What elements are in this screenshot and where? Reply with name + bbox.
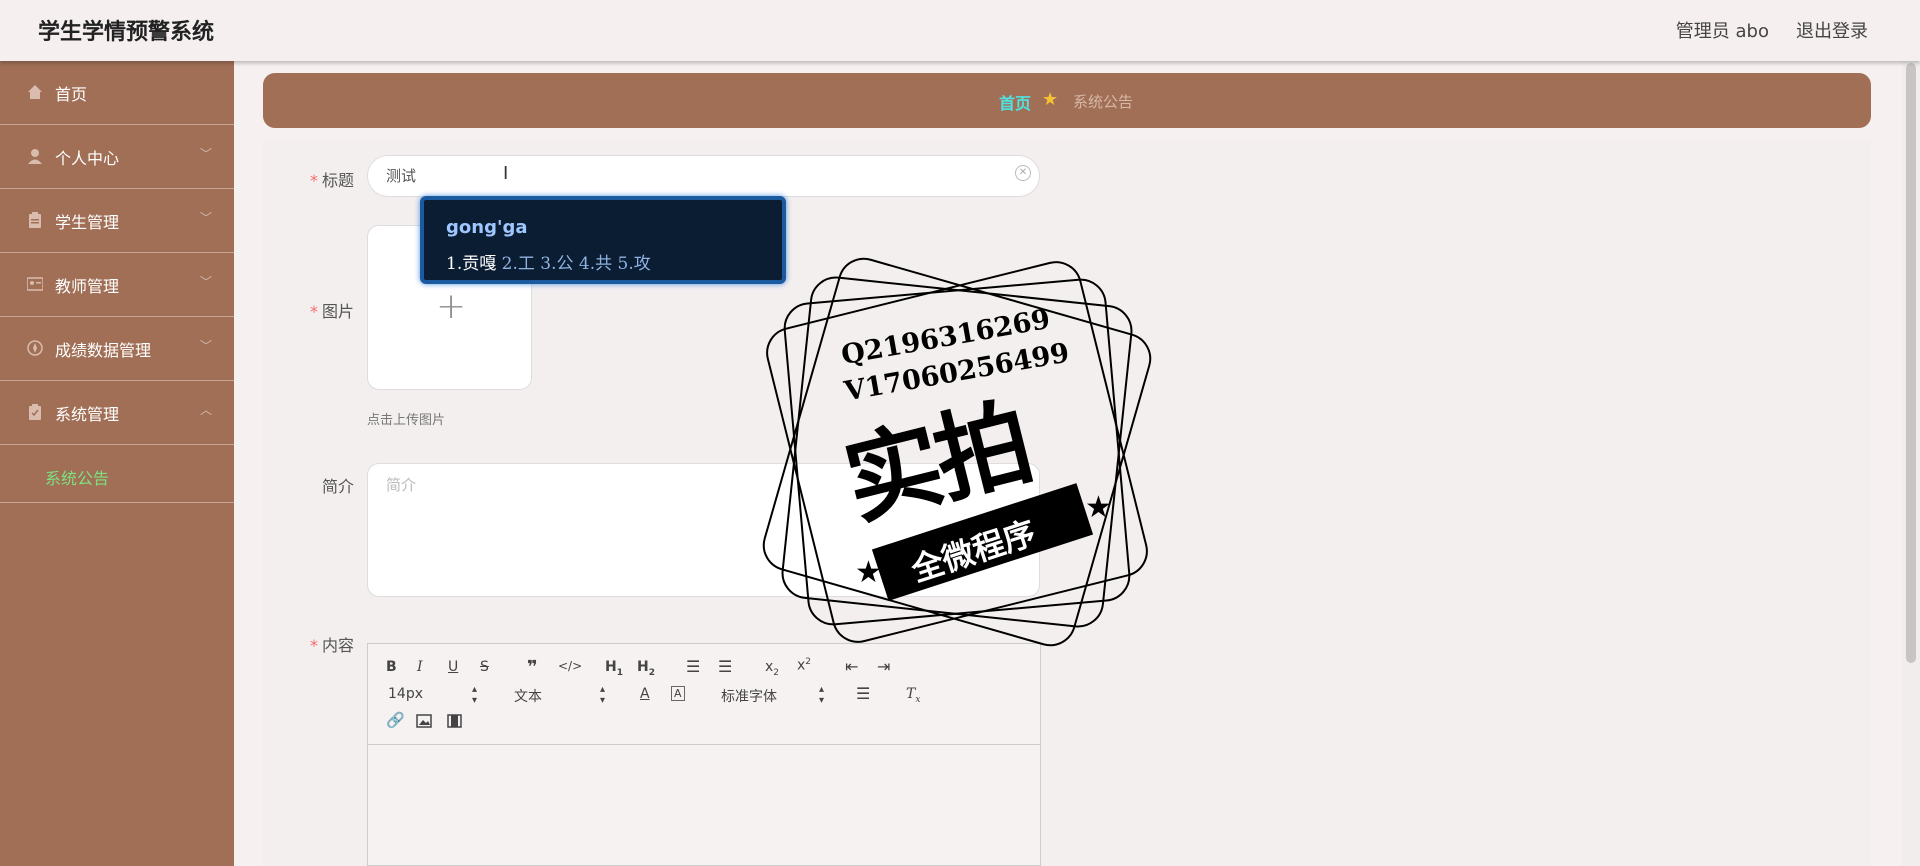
font-family-select[interactable]: 标准字体 ▴ ▾ xyxy=(721,684,825,706)
chevron-up-icon: ︿ xyxy=(199,403,212,417)
watermark-stamp: Q2196316269 V17060256499 实拍 全微程序 ★ ★ xyxy=(755,250,1165,660)
sidebar-item-teacher-management[interactable]: 教师管理 ﹀ xyxy=(0,253,234,317)
ordered-list-icon[interactable]: ☰ xyxy=(686,657,700,676)
intro-label: 简介 xyxy=(322,477,355,496)
header1-icon[interactable]: H1 xyxy=(605,659,623,678)
link-icon[interactable]: 🔗 xyxy=(386,711,405,729)
plus-icon: + xyxy=(436,286,467,327)
sidebar-subitem-label: 系统公告 xyxy=(45,469,110,488)
breadcrumb-current: 系统公告 xyxy=(1073,93,1134,111)
font-size-select[interactable]: 14px ▴ ▾ xyxy=(388,684,478,706)
star-icon: ★ xyxy=(1085,490,1112,525)
italic-icon[interactable]: I xyxy=(417,659,423,675)
title-input[interactable]: 测试 xyxy=(367,155,1040,197)
clear-icon[interactable]: ✕ xyxy=(1015,165,1031,181)
sidebar-item-student-management[interactable]: 学生管理 ﹀ xyxy=(0,189,234,253)
select-arrows-icon: ▴ ▾ xyxy=(472,684,478,706)
image-label: * 图片 xyxy=(310,302,355,321)
sidebar-subitem-system-notice[interactable]: 系统公告 xyxy=(0,445,234,503)
sidebar-item-label: 学生管理 xyxy=(55,213,120,232)
clipboard-check-icon xyxy=(29,404,41,420)
bullet-list-icon[interactable]: ☰ xyxy=(718,657,732,676)
sidebar-item-label: 系统管理 xyxy=(55,405,120,424)
sidebar-item-system-management[interactable]: 系统管理 ︿ xyxy=(0,381,234,445)
id-card-icon xyxy=(27,277,43,291)
upload-hint: 点击上传图片 xyxy=(367,413,446,428)
chevron-down-icon: ﹀ xyxy=(199,211,212,225)
select-arrows-icon: ▴ ▾ xyxy=(600,684,606,706)
logout-button[interactable]: 退出登录 xyxy=(1796,17,1868,43)
content-label: * 内容 xyxy=(310,636,355,655)
user-icon xyxy=(28,149,42,164)
code-icon[interactable]: </> xyxy=(558,659,582,673)
scrollbar-thumb[interactable] xyxy=(1906,63,1916,663)
sidebar-item-home[interactable]: 首页 xyxy=(0,61,234,125)
ime-candidate-window: gong'ga 1.贡嘎 2.工 3.公 4.共 5.攻 xyxy=(420,196,786,284)
sidebar-item-grade-data-management[interactable]: 成绩数据管理 ﹀ xyxy=(0,317,234,381)
video-icon[interactable] xyxy=(447,714,462,728)
vertical-scrollbar[interactable] xyxy=(1902,61,1920,866)
chevron-down-icon: ﹀ xyxy=(199,339,212,353)
compass-icon xyxy=(27,340,43,356)
sidebar-item-personal-center[interactable]: 个人中心 ﹀ xyxy=(0,125,234,189)
title-label: * 标题 xyxy=(310,171,355,190)
bold-icon[interactable]: B xyxy=(386,659,397,675)
header2-icon[interactable]: H2 xyxy=(637,659,655,678)
sidebar-item-label: 教师管理 xyxy=(55,277,120,296)
strike-icon[interactable]: S xyxy=(480,659,489,675)
app-title: 学生学情预警系统 xyxy=(38,20,215,45)
block-type-select[interactable]: 文本 ▴ ▾ xyxy=(514,684,606,706)
ime-first-candidate[interactable]: 1.贡嘎 xyxy=(446,254,496,274)
chevron-down-icon: ﹀ xyxy=(199,275,212,289)
sidebar-item-label: 成绩数据管理 xyxy=(55,341,152,360)
top-bar: 学生学情预警系统 管理员 abo 退出登录 xyxy=(0,0,1920,61)
ime-candidates[interactable]: 1.贡嘎 2.工 3.公 4.共 5.攻 xyxy=(446,249,651,274)
ime-other-candidates[interactable]: 2.工 3.公 4.共 5.攻 xyxy=(496,254,651,274)
rich-text-editor: B I U S ❞ </> H1 H2 ☰ ☰ x2 x2 ⇤ ⇥ 14px ▴ ▾… xyxy=(367,643,1041,866)
font-color-icon[interactable]: A xyxy=(640,686,650,702)
sidebar-item-label: 首页 xyxy=(55,85,88,104)
blockquote-icon[interactable]: ❞ xyxy=(527,657,538,678)
sidebar-item-label: 个人中心 xyxy=(55,149,120,168)
sidebar: 首页 个人中心 ﹀ 学生管理 ﹀ 教师管理 ﹀ 成绩数据管理 ﹀ 系统管理 ︿ … xyxy=(0,61,234,866)
chevron-down-icon: ﹀ xyxy=(199,147,212,161)
ime-composition: gong'ga xyxy=(446,217,528,238)
breadcrumb: 首页 ★ 系统公告 xyxy=(263,73,1871,128)
background-color-icon[interactable]: A xyxy=(671,686,685,701)
align-icon[interactable]: ☰ xyxy=(856,684,870,703)
text-cursor-icon: I xyxy=(503,163,509,184)
subscript-icon[interactable]: x2 xyxy=(765,659,779,678)
home-icon xyxy=(28,85,42,99)
breadcrumb-home[interactable]: 首页 xyxy=(999,90,1031,114)
clear-format-icon[interactable]: Tx xyxy=(906,686,920,705)
star-icon: ★ xyxy=(1042,89,1059,110)
image-icon[interactable] xyxy=(416,714,432,728)
select-arrows-icon: ▴ ▾ xyxy=(819,684,825,706)
current-user: 管理员 abo xyxy=(1675,21,1769,42)
clipboard-icon xyxy=(29,212,41,228)
star-icon: ★ xyxy=(855,555,882,590)
underline-icon[interactable]: U xyxy=(448,659,458,675)
